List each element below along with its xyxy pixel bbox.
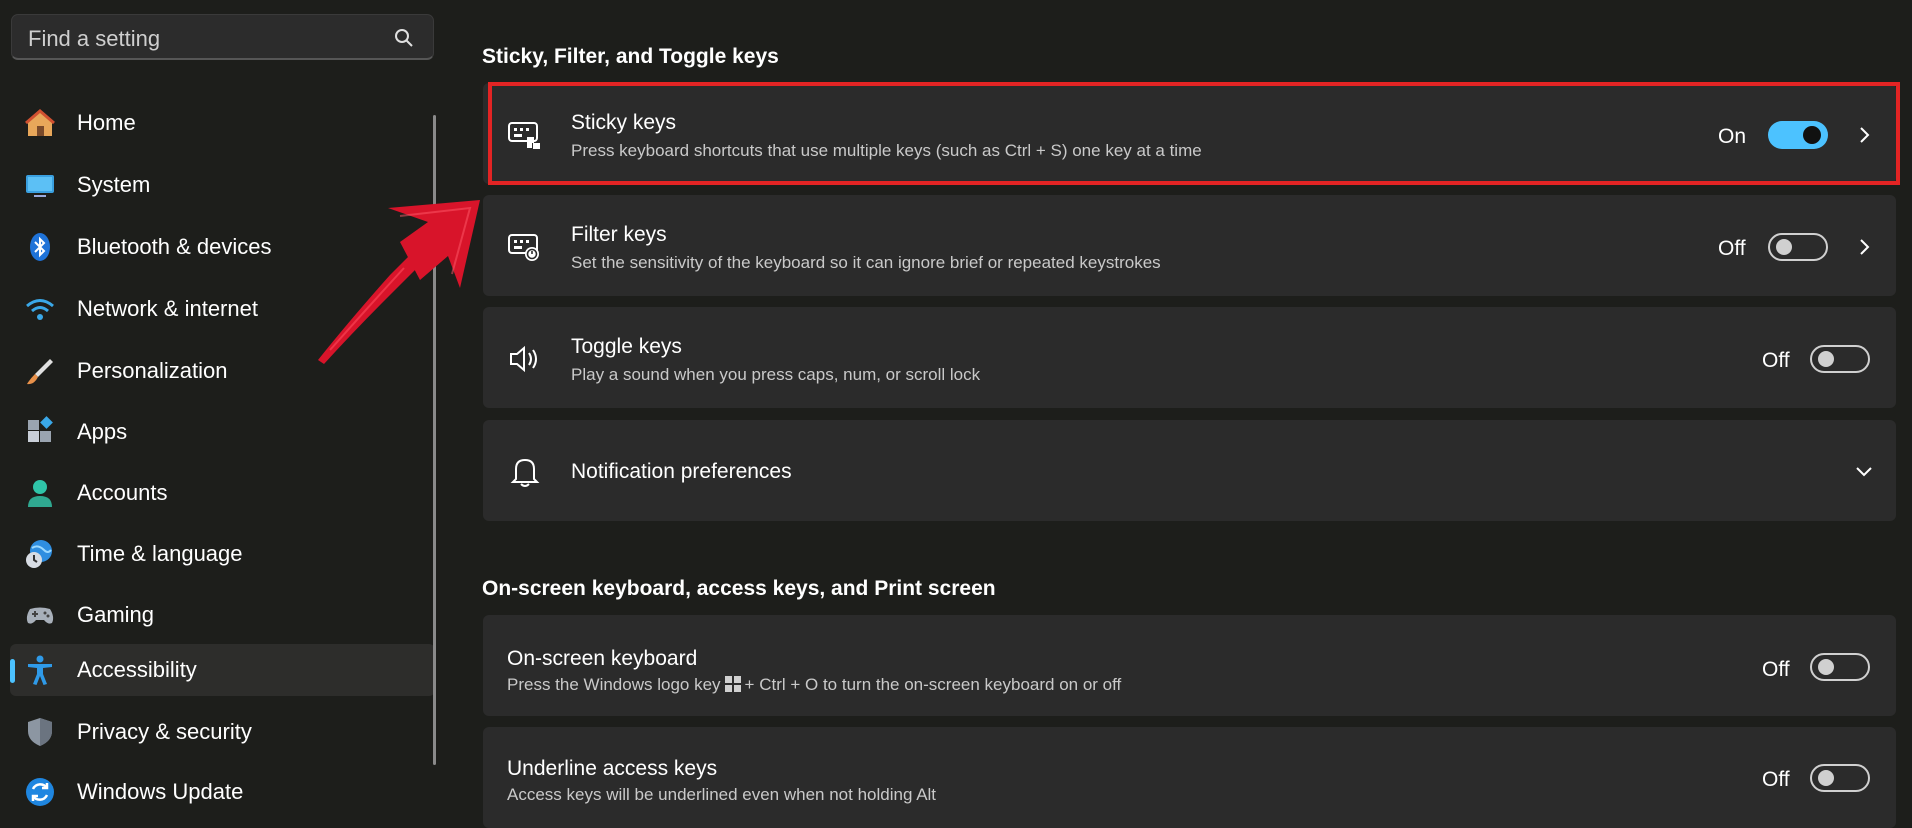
card-description: Set the sensitivity of the keyboard so i… (571, 253, 1161, 272)
card-description: Press the Windows logo key + Ctrl + O to… (507, 675, 1121, 695)
toggle-state-label: Off (1762, 349, 1790, 372)
card-description: Access keys will be underlined even when… (507, 785, 937, 804)
toggle-keys-toggle[interactable] (1810, 345, 1870, 373)
sidebar-item-label: System (77, 172, 151, 197)
highlight-box (488, 82, 1900, 185)
wifi-icon (26, 299, 54, 320)
filter-keys-icon (508, 234, 539, 261)
sidebar-item-apps[interactable]: Apps (10, 406, 435, 458)
toggle-knob (1776, 239, 1792, 255)
sidebar-item-label: Bluetooth & devices (77, 234, 272, 259)
home-icon (25, 109, 55, 136)
sidebar-item-accessibility[interactable]: Accessibility (10, 644, 435, 696)
card-description: Play a sound when you press caps, num, o… (571, 365, 981, 384)
card-title: Filter keys (571, 223, 667, 246)
sidebar: Find a setting Home System Bluetooth & d… (0, 0, 440, 815)
toggle-knob (1818, 770, 1834, 786)
shield-icon (28, 718, 52, 746)
sidebar-item-privacy-security[interactable]: Privacy & security (10, 706, 435, 758)
accounts-icon (28, 480, 52, 507)
on-screen-keyboard-toggle[interactable] (1810, 653, 1870, 681)
card-underline-access-keys[interactable]: Underline access keys Access keys will b… (483, 727, 1896, 828)
search-box[interactable]: Find a setting (11, 14, 434, 60)
bell-icon (510, 458, 540, 487)
selection-indicator (10, 659, 15, 683)
toggle-state-label: Off (1762, 768, 1790, 791)
search-icon[interactable] (393, 27, 415, 49)
sidebar-item-label: Gaming (77, 602, 155, 627)
search-input[interactable]: Find a setting (28, 26, 160, 52)
sidebar-item-label: Windows Update (77, 779, 244, 804)
update-icon (26, 778, 54, 806)
card-toggle-keys[interactable]: Toggle keys Play a sound when you press … (483, 307, 1896, 408)
sidebar-item-gaming[interactable]: Gaming (10, 589, 435, 641)
sidebar-item-label: Accessibility (77, 657, 197, 682)
card-on-screen-keyboard[interactable]: On-screen keyboard Press the Windows log… (483, 615, 1896, 716)
card-title: Toggle keys (571, 335, 682, 358)
sidebar-item-label: Home (77, 110, 136, 135)
section-title-sticky-filter-toggle: Sticky, Filter, and Toggle keys (482, 45, 779, 68)
brush-icon (27, 359, 53, 385)
description-part: + Ctrl + O to turn the on-screen keyboar… (744, 675, 1122, 694)
sidebar-item-windows-update[interactable]: Windows Update (10, 766, 435, 818)
toggle-knob (1818, 351, 1834, 367)
apps-icon (28, 416, 53, 442)
sidebar-item-label: Privacy & security (77, 719, 252, 744)
underline-access-keys-toggle[interactable] (1810, 764, 1870, 792)
annotation-arrow (318, 200, 480, 364)
gamepad-icon (26, 607, 54, 624)
card-filter-keys[interactable]: Filter keys Set the sensitivity of the k… (483, 195, 1896, 296)
card-notification-preferences[interactable]: Notification preferences (483, 420, 1896, 521)
speaker-icon (510, 345, 537, 373)
chevron-down-icon[interactable] (1853, 460, 1875, 482)
system-icon (26, 175, 54, 197)
sidebar-item-label: Network & internet (77, 296, 258, 321)
description-part: Press the Windows logo key (507, 675, 721, 694)
toggle-knob (1818, 659, 1834, 675)
bluetooth-icon (30, 233, 50, 261)
sidebar-item-label: Time & language (77, 541, 243, 566)
card-title: Notification preferences (571, 460, 792, 483)
globe-clock-icon (26, 540, 52, 568)
sidebar-item-label: Personalization (77, 358, 228, 383)
section-title-onscreen-keyboard: On-screen keyboard, access keys, and Pri… (482, 577, 996, 600)
sidebar-item-accounts[interactable]: Accounts (10, 467, 435, 519)
accessibility-icon (28, 655, 52, 685)
toggle-state-label: Off (1718, 237, 1746, 260)
sidebar-item-label: Accounts (77, 480, 168, 505)
chevron-right-icon[interactable] (1853, 236, 1875, 258)
sidebar-item-label: Apps (77, 419, 128, 444)
sidebar-item-home[interactable]: Home (10, 97, 435, 149)
card-title: On-screen keyboard (507, 647, 698, 670)
card-title: Underline access keys (507, 757, 718, 780)
filter-keys-toggle[interactable] (1768, 233, 1828, 261)
toggle-state-label: Off (1762, 658, 1790, 681)
windows-logo-icon (724, 676, 741, 692)
sidebar-item-time-language[interactable]: Time & language (10, 528, 435, 580)
